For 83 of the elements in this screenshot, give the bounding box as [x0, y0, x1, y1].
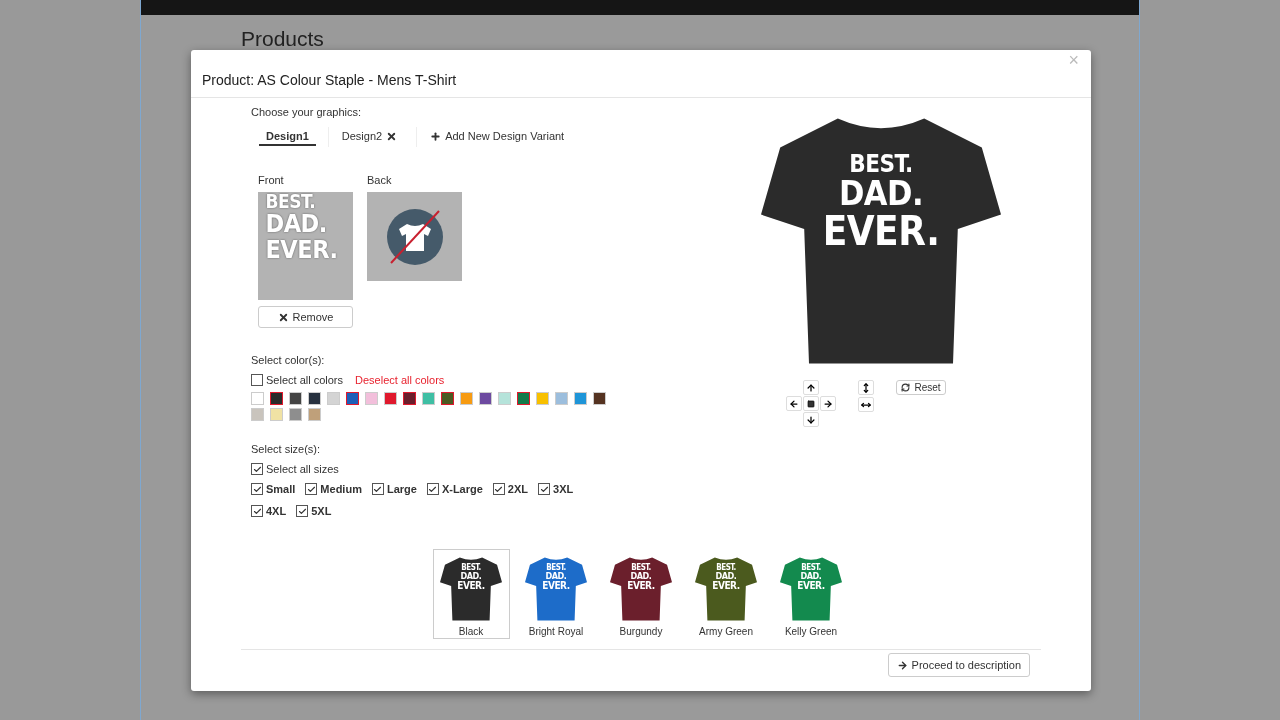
- close-icon: [386, 130, 398, 142]
- size-label: 5XL: [311, 505, 332, 517]
- graphics-label: Choose your graphics:: [251, 106, 363, 118]
- shirt-print-text: EVER.: [627, 581, 655, 592]
- shirt-print-text: DAD.: [460, 571, 482, 581]
- color-variant[interactable]: BEST. DAD. EVER. Burgundy: [602, 549, 680, 639]
- side-label: Back: [367, 174, 393, 186]
- size-label: Small: [266, 483, 296, 495]
- checkbox[interactable]: [296, 505, 309, 517]
- dialog-title: Product: AS Colour Staple - Mens T-Shirt: [202, 71, 457, 88]
- checkbox-label: Select all sizes: [266, 463, 339, 475]
- shirt-print-text: DAD.: [545, 571, 567, 581]
- shirt-print-text: BEST.: [716, 563, 736, 572]
- page-heading: Products: [241, 27, 325, 51]
- refresh-icon: [901, 383, 911, 392]
- checkbox[interactable]: [371, 483, 384, 495]
- color-swatch[interactable]: [270, 392, 283, 405]
- arrow-down-icon: [806, 414, 817, 425]
- color-variant[interactable]: BEST. DAD. EVER. Black: [432, 549, 510, 639]
- arrow-left-icon: [789, 398, 800, 409]
- reset-button[interactable]: Reset: [896, 380, 946, 395]
- color-swatch[interactable]: [346, 392, 359, 405]
- checkbox-label: Select all colors: [266, 374, 344, 386]
- size-label: 4XL: [266, 505, 287, 517]
- shirt-print-text: BEST.: [631, 563, 651, 572]
- design-text: EVER.: [265, 236, 338, 263]
- checkbox[interactable]: [251, 505, 263, 517]
- shirt-print-text: DAD.: [630, 571, 652, 581]
- shirt-print-text: BEST.: [461, 563, 481, 572]
- checkbox[interactable]: [251, 374, 263, 386]
- checkbox[interactable]: [251, 483, 263, 495]
- move-up-button[interactable]: [803, 380, 820, 395]
- design-text: BEST.: [265, 192, 316, 212]
- stretch-vertical-button[interactable]: [858, 380, 875, 395]
- shirt-print-text: EVER.: [712, 581, 740, 592]
- shirt-print-text: EVER.: [457, 581, 485, 592]
- design-tab[interactable]: Design2: [334, 128, 405, 146]
- move-left-button[interactable]: [786, 396, 803, 411]
- color-swatch[interactable]: [403, 392, 416, 405]
- shirt-print-text: BEST.: [849, 151, 913, 177]
- size-label: X-Large: [441, 483, 483, 495]
- size-label: Large: [386, 483, 417, 495]
- close-icon: [277, 311, 289, 323]
- color-variant[interactable]: BEST. DAD. EVER. Army Green: [687, 549, 765, 639]
- size-label: Medium: [320, 483, 362, 495]
- size-label: 3XL: [553, 483, 574, 495]
- shirt-print-text: EVER.: [822, 211, 940, 252]
- arrow-right-icon: [823, 398, 834, 409]
- sizes-label: Select size(s):: [251, 443, 322, 455]
- proceed-button[interactable]: Proceed to description: [887, 653, 1030, 677]
- shirt-print-text: BEST.: [546, 563, 566, 572]
- size-label: 2XL: [507, 483, 529, 495]
- stretch-horizontal-button[interactable]: [858, 397, 875, 412]
- design-text: DAD.: [265, 211, 327, 237]
- side-label: Front: [258, 174, 285, 186]
- checkbox[interactable]: [426, 483, 439, 495]
- checkbox[interactable]: [251, 463, 263, 475]
- colors-label: Select color(s):: [251, 354, 326, 366]
- color-swatch[interactable]: [517, 392, 530, 405]
- move-down-button[interactable]: [803, 412, 820, 427]
- color-variant[interactable]: BEST. DAD. EVER. Kelly Green: [772, 549, 850, 639]
- shirt-print-text: DAD.: [715, 571, 737, 581]
- move-right-button[interactable]: [820, 396, 837, 411]
- no-shirt-icon: [384, 206, 445, 267]
- remove-button[interactable]: Remove: [258, 306, 353, 328]
- deselect-colors-link[interactable]: Deselect all colors: [355, 374, 445, 386]
- checkbox[interactable]: [538, 483, 551, 495]
- arrow-up-icon: [806, 382, 817, 393]
- shirt-print-text: EVER.: [542, 581, 570, 592]
- square-icon: [807, 399, 816, 408]
- checkbox[interactable]: [305, 483, 318, 495]
- shirt-print-text: DAD.: [800, 571, 822, 581]
- center-button[interactable]: [803, 396, 820, 411]
- arrow-right-icon: [896, 659, 908, 671]
- design-tab[interactable]: Design1: [259, 128, 316, 146]
- plus-icon: [430, 130, 442, 142]
- checkbox[interactable]: [492, 483, 505, 495]
- color-variant[interactable]: BEST. DAD. EVER. Bright Royal: [517, 549, 595, 639]
- shirt-print-text: BEST.: [801, 563, 821, 572]
- shirt-print-text: EVER.: [797, 581, 825, 592]
- add-variant-link[interactable]: Add New Design Variant: [423, 128, 572, 146]
- color-swatch[interactable]: [441, 392, 454, 405]
- shirt-print-text: DAD.: [838, 176, 924, 212]
